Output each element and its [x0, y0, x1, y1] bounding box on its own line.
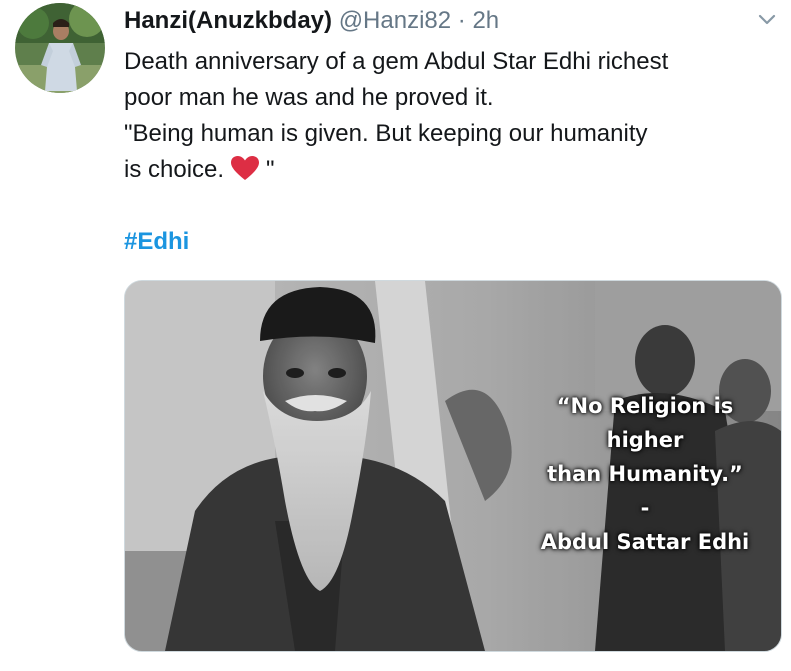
quote-line: higher	[606, 428, 684, 452]
separator-dot: ·	[457, 7, 466, 34]
tweet-text-line: Death anniversary of a gem Abdul Star Ed…	[124, 48, 669, 75]
tweet-text-line: is choice.	[124, 156, 225, 183]
tweet-media-image[interactable]: “No Religion is higher than Humanity.” -…	[124, 280, 782, 652]
tweet-text: Death anniversary of a gem Abdul Star Ed…	[124, 44, 774, 188]
tweet-menu-caret-button[interactable]	[756, 8, 778, 30]
tweet-timestamp[interactable]: 2h	[472, 7, 499, 34]
hashtag-link[interactable]: #Edhi	[124, 226, 189, 258]
author-avatar[interactable]	[15, 3, 105, 93]
quote-line: -	[640, 496, 650, 520]
quote-line: “No Religion is	[556, 394, 734, 418]
tweet-text-line-last: is choice. "	[124, 152, 774, 188]
heart-icon	[231, 156, 260, 180]
tweet-text-line: poor man he was and he proved it.	[124, 84, 494, 111]
avatar-image	[15, 3, 105, 93]
quote-line: than Humanity.”	[547, 462, 743, 486]
closing-quote: "	[266, 156, 275, 183]
tweet-text-line: "Being human is given. But keeping our h…	[124, 120, 648, 147]
author-name[interactable]: Hanzi(Anuzkbday)	[124, 7, 332, 34]
chevron-down-icon	[758, 14, 776, 25]
tweet-header: Hanzi(Anuzkbday) @Hanzi82 · 2h	[124, 6, 499, 36]
author-handle[interactable]: @Hanzi82	[339, 7, 451, 34]
image-quote-overlay: “No Religion is higher than Humanity.” -…	[535, 389, 755, 559]
quote-attribution: Abdul Sattar Edhi	[540, 530, 750, 554]
